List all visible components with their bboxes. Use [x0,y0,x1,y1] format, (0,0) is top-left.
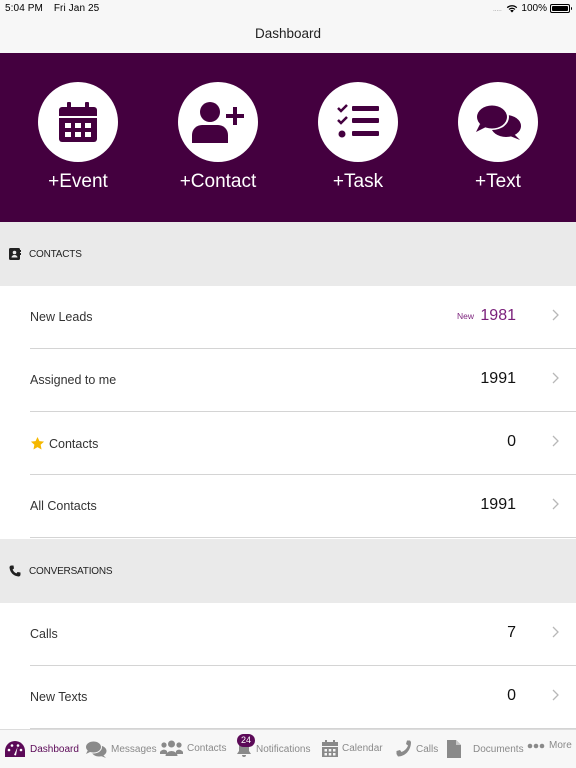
document-icon [447,740,461,758]
calls-count: 7 [507,624,516,641]
more-dots-icon [527,743,545,748]
new-badge: New [456,311,474,321]
tab-dashboard-label: Dashboard [30,743,79,755]
contacts-section-header: CONTACTS [0,222,576,286]
add-event-button[interactable]: +Event [28,82,128,193]
phone-icon [9,565,21,577]
star-icon [30,436,45,450]
battery-percent: 100% [521,3,547,14]
tab-bar: Dashboard Messages Contacts Notification… [0,729,576,768]
tab-calendar[interactable]: Calendar [322,740,383,757]
new-texts-label: New Texts [30,690,88,704]
add-task-label: +Task [332,171,384,192]
tab-messages-label: Messages [111,743,157,755]
chat-bubbles-icon [85,740,107,758]
nav-bar: Dashboard [0,18,576,53]
chevron-right-icon [552,309,559,321]
tab-more-label: More [549,740,572,751]
status-time: 5:04 PM [5,3,43,14]
phone-icon [396,740,411,757]
chevron-right-icon [552,689,559,701]
chevron-right-icon [552,435,559,447]
starred-contacts-text: Contacts [49,436,99,451]
add-event-label: +Event [48,171,108,192]
status-bar: 5:04 PM Fri Jan 25 ..... 100% [0,0,576,18]
notifications-badge: 24 [237,734,256,747]
add-user-icon [192,102,244,143]
all-contacts-label: All Contacts [30,499,97,513]
conversations-section-title: CONVERSATIONS [29,566,113,577]
tab-contacts[interactable]: Contacts [160,740,226,756]
tab-documents[interactable]: Documents [447,740,524,758]
quick-actions-panel: +Event +Contact +Task +Text [0,53,576,222]
battery-icon [550,4,572,13]
task-list-icon [337,104,379,138]
page-title: Dashboard [254,26,322,41]
new-texts-row[interactable]: New Texts 0 [0,666,576,729]
chevron-right-icon [552,372,559,384]
all-contacts-count: 1991 [480,496,516,513]
users-icon [160,740,183,756]
tab-more[interactable]: More [527,740,572,751]
tab-notifications-label: Notifications [256,743,311,755]
calls-row[interactable]: Calls 7 [0,603,576,666]
address-book-icon [9,248,21,260]
calendar-icon [59,102,97,142]
chevron-right-icon [552,626,559,638]
chat-bubbles-icon [475,104,521,140]
tab-documents-label: Documents [473,743,524,755]
all-contacts-row[interactable]: All Contacts 1991 [0,475,576,538]
tab-contacts-label: Contacts [187,742,227,754]
assigned-to-me-count: 1991 [480,370,516,387]
tab-dashboard[interactable]: Dashboard [4,740,79,758]
gauge-icon [5,741,25,757]
add-task-button[interactable]: +Task [308,82,408,193]
divider [30,537,576,538]
new-texts-count: 0 [507,687,516,704]
new-leads-label: New Leads [30,310,93,324]
tab-messages[interactable]: Messages [85,740,157,758]
starred-contacts-label: Contacts [30,436,98,451]
add-text-button[interactable]: +Text [448,82,548,193]
tab-calendar-label: Calendar [342,743,383,754]
add-contact-button[interactable]: +Contact [168,82,268,193]
chevron-right-icon [552,498,559,510]
assigned-to-me-label: Assigned to me [30,373,117,387]
starred-contacts-count: 0 [507,433,516,450]
contacts-section-title: CONTACTS [29,249,82,260]
conversations-section-header: CONVERSATIONS [0,539,576,603]
add-text-label: +Text [475,171,521,192]
tab-calls-label: Calls [416,743,439,755]
starred-contacts-row[interactable]: Contacts 0 [0,412,576,475]
wifi-icon [507,5,518,13]
add-contact-label: +Contact [179,171,257,192]
new-leads-row[interactable]: New Leads New 1981 [0,286,576,349]
tab-calls[interactable]: Calls [394,740,438,758]
signal-icon: ..... [492,4,502,13]
status-date: Fri Jan 25 [53,3,100,14]
assigned-to-me-row[interactable]: Assigned to me 1991 [0,349,576,412]
calls-label: Calls [30,627,58,641]
new-leads-count: 1981 [480,307,516,324]
calendar-icon [322,740,338,757]
